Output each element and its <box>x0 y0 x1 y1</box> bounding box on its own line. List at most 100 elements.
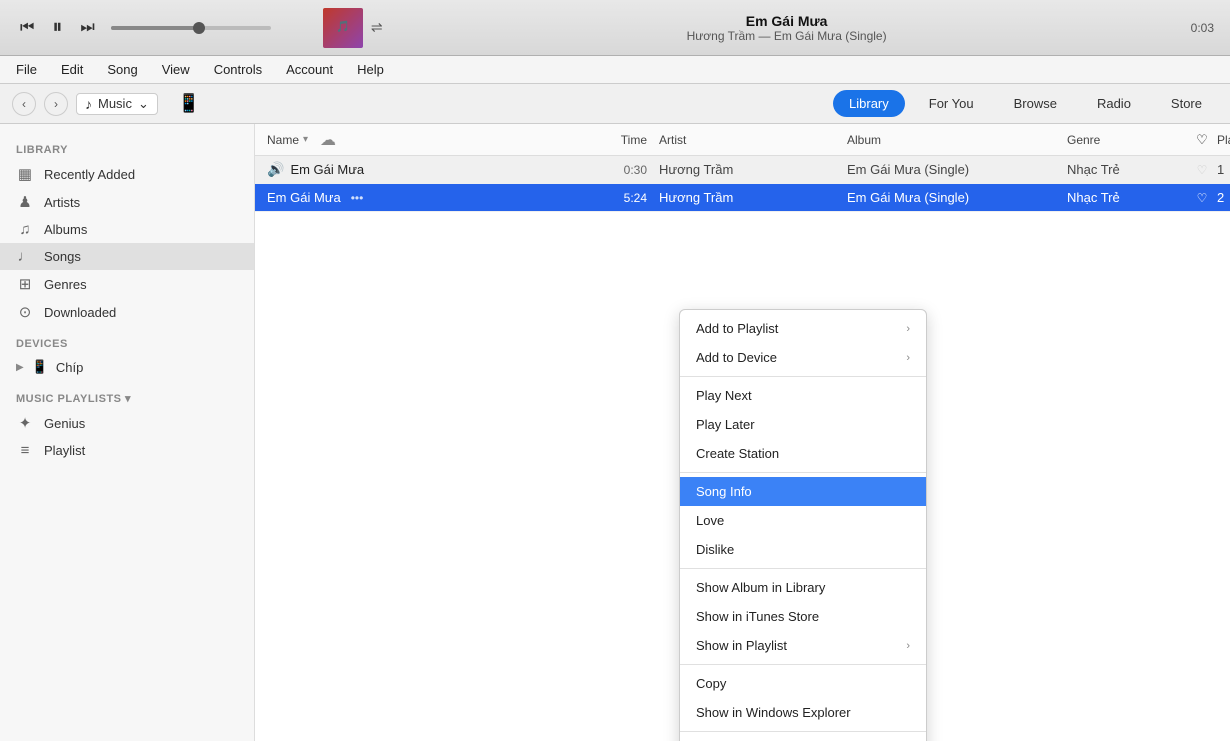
sidebar-label-albums: Albums <box>44 222 87 237</box>
menu-help[interactable]: Help <box>353 60 388 79</box>
tab-radio[interactable]: Radio <box>1081 90 1147 117</box>
sidebar-item-songs[interactable]: ♩ Songs <box>0 243 254 270</box>
main-layout: Library ▦ Recently Added ♟ Artists ♫ Alb… <box>0 124 1230 741</box>
sidebar-label-genres: Genres <box>44 277 87 292</box>
ctx-show-album[interactable]: Show Album in Library <box>680 573 926 602</box>
ctx-arrow-add-to-device: › <box>906 352 910 364</box>
col-header-time[interactable]: Time <box>587 133 647 147</box>
back-button[interactable]: ‹ <box>12 92 36 116</box>
ctx-label-add-to-playlist: Add to Playlist <box>696 321 778 336</box>
menu-song[interactable]: Song <box>103 60 141 79</box>
recently-added-icon: ▦ <box>16 165 34 183</box>
sidebar-item-recently-added[interactable]: ▦ Recently Added <box>0 160 254 188</box>
ctx-play-later[interactable]: Play Later <box>680 410 926 439</box>
sidebar-item-albums[interactable]: ♫ Albums <box>0 216 254 243</box>
ctx-copy[interactable]: Copy <box>680 669 926 698</box>
menu-edit[interactable]: Edit <box>57 60 87 79</box>
tab-for-you[interactable]: For You <box>913 90 990 117</box>
tab-store[interactable]: Store <box>1155 90 1218 117</box>
cell-name-1: 🔊 Em Gái Mưa <box>267 161 587 178</box>
cell-heart-1[interactable]: ♡ <box>1187 163 1217 177</box>
cell-heart-2[interactable]: ♡ <box>1187 191 1217 205</box>
forward-button[interactable]: › <box>44 92 68 116</box>
artists-icon: ♟ <box>16 193 34 211</box>
pause-button[interactable]: ⏸ <box>48 12 66 43</box>
expand-arrow-icon: ▶ <box>16 362 24 373</box>
ctx-label-show-itunes: Show in iTunes Store <box>696 609 819 624</box>
devices-section-header: Devices <box>0 326 254 354</box>
downloaded-icon: ⊙ <box>16 303 34 321</box>
ctx-add-to-playlist[interactable]: Add to Playlist › <box>680 314 926 343</box>
progress-track[interactable] <box>111 26 271 30</box>
sidebar-item-artists[interactable]: ♟ Artists <box>0 188 254 216</box>
ctx-arrow-add-to-playlist: › <box>906 323 910 335</box>
cell-time-2: 5:24 <box>587 191 647 205</box>
cell-artist-1: Hương Trầm <box>647 162 847 177</box>
track-row-1[interactable]: 🔊 Em Gái Mưa 0:30 Hương Trầm Em Gái Mưa … <box>255 156 1230 184</box>
progress-thumb <box>193 22 205 34</box>
progress-bar-area <box>111 26 311 30</box>
menu-account[interactable]: Account <box>282 60 337 79</box>
col-header-genre[interactable]: Genre <box>1067 133 1187 147</box>
sidebar: Library ▦ Recently Added ♟ Artists ♫ Alb… <box>0 124 255 741</box>
col-header-name[interactable]: Name ▾ ☁ <box>267 130 587 150</box>
ctx-separator-2 <box>680 472 926 473</box>
ctx-label-create-station: Create Station <box>696 446 779 461</box>
ctx-dislike[interactable]: Dislike <box>680 535 926 564</box>
sidebar-label-artists: Artists <box>44 195 80 210</box>
album-art: 🎵 <box>323 8 363 48</box>
ctx-separator-1 <box>680 376 926 377</box>
dots-button[interactable]: ••• <box>351 191 364 205</box>
tab-browse[interactable]: Browse <box>998 90 1073 117</box>
table-header: Name ▾ ☁ Time Artist Album Genre ♡ Plays <box>255 124 1230 156</box>
shuffle-icon: ⇌ <box>371 19 383 36</box>
ctx-show-playlist[interactable]: Show in Playlist › <box>680 631 926 660</box>
ctx-play-next[interactable]: Play Next <box>680 381 926 410</box>
ctx-add-to-device[interactable]: Add to Device › <box>680 343 926 372</box>
ctx-create-station[interactable]: Create Station <box>680 439 926 468</box>
sidebar-item-genres[interactable]: ⊞ Genres <box>0 270 254 298</box>
albums-icon: ♫ <box>16 221 34 238</box>
ctx-show-explorer[interactable]: Show in Windows Explorer <box>680 698 926 727</box>
cell-name-2: Em Gái Mưa ••• <box>267 190 587 205</box>
ctx-label-show-playlist: Show in Playlist <box>696 638 787 653</box>
playlists-section-header: Music Playlists ▾ <box>0 380 254 409</box>
fast-forward-button[interactable]: ⏭ <box>76 15 98 41</box>
time-display: 0:03 <box>1191 21 1214 35</box>
sidebar-item-playlist[interactable]: ≡ Playlist <box>0 437 254 464</box>
col-header-plays[interactable]: Plays <box>1217 133 1230 147</box>
menu-file[interactable]: File <box>12 60 41 79</box>
tab-library[interactable]: Library <box>833 90 905 117</box>
ctx-label-play-next: Play Next <box>696 388 752 403</box>
source-selector[interactable]: ♪ Music ⌄ <box>76 93 158 115</box>
sidebar-label-downloaded: Downloaded <box>44 305 116 320</box>
ctx-label-show-explorer: Show in Windows Explorer <box>696 705 851 720</box>
rewind-button[interactable]: ⏮ <box>16 15 38 41</box>
ctx-separator-3 <box>680 568 926 569</box>
sidebar-item-genius[interactable]: ✦ Genius <box>0 409 254 437</box>
source-label: Music <box>98 96 132 111</box>
cell-time-1: 0:30 <box>587 163 647 177</box>
col-header-album[interactable]: Album <box>847 133 1067 147</box>
ctx-label-show-album: Show Album in Library <box>696 580 825 595</box>
ctx-song-info[interactable]: Song Info <box>680 477 926 506</box>
chevron-icon: ⌄ <box>138 96 149 112</box>
genres-icon: ⊞ <box>16 275 34 293</box>
col-header-artist[interactable]: Artist <box>647 133 847 147</box>
cell-album-1: Em Gái Mưa (Single) <box>847 162 1067 177</box>
sidebar-label-songs: Songs <box>44 249 81 264</box>
track-row-2[interactable]: Em Gái Mưa ••• 5:24 Hương Trầm Em Gái Mư… <box>255 184 1230 212</box>
ctx-show-itunes[interactable]: Show in iTunes Store <box>680 602 926 631</box>
cell-album-2: Em Gái Mưa (Single) <box>847 190 1067 205</box>
menu-controls[interactable]: Controls <box>210 60 266 79</box>
track-subtitle: Hương Trầm — Em Gái Mưa (Single) <box>687 29 887 43</box>
genius-icon: ✦ <box>16 414 34 432</box>
ctx-label-add-to-device: Add to Device <box>696 350 777 365</box>
ctx-love[interactable]: Love <box>680 506 926 535</box>
menu-view[interactable]: View <box>158 60 194 79</box>
sidebar-item-downloaded[interactable]: ⊙ Downloaded <box>0 298 254 326</box>
top-bar: ⏮ ⏸ ⏭ 🎵 ⇌ Em Gái Mưa Hương Trầm — Em Gái… <box>0 0 1230 56</box>
ctx-delete[interactable]: Delete from Library <box>680 736 926 741</box>
sidebar-device-chip[interactable]: ▶ 📱 Chíp <box>0 354 254 380</box>
col-header-heart: ♡ <box>1187 132 1217 148</box>
